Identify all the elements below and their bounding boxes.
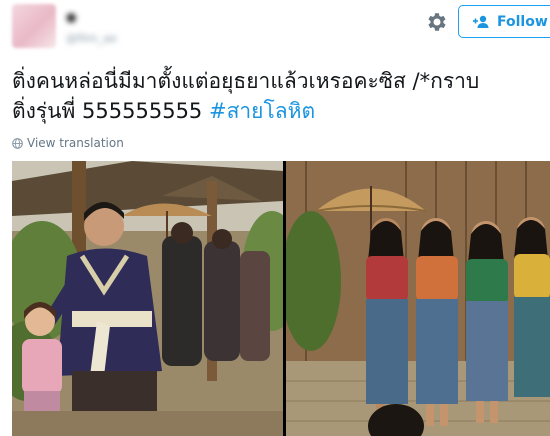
tweet-header: ● @film_ae Follow [0,0,550,58]
tweet-line-2: ติ่งรุ่นพี่ 555555555 #สายโลหิต [12,96,542,126]
follow-button[interactable]: Follow [458,5,550,38]
add-user-icon [473,15,489,28]
tweet-line-1: ติ่งคนหล่อนี่มีมาตั้งแต่อยุธยาแล้วเหรอคะ… [12,69,480,93]
follow-label: Follow [497,13,548,30]
avatar[interactable] [12,4,56,48]
tweet-line-2-text: ติ่งรุ่นพี่ 555555555 [12,99,209,123]
author-name[interactable]: ● [66,10,76,24]
globe-icon [12,137,23,149]
gear-icon[interactable] [424,10,448,34]
photo-left[interactable] [12,161,283,436]
photo-right[interactable] [286,161,550,436]
view-translation-link[interactable]: View translation [12,136,124,150]
view-translation-label: View translation [27,136,124,150]
tweet-text: ติ่งคนหล่อนี่มีมาตั้งแต่อยุธยาแล้วเหรอคะ… [12,66,542,126]
hashtag-link[interactable]: #สายโลหิต [209,99,315,123]
author-handle[interactable]: @film_ae [66,32,117,45]
